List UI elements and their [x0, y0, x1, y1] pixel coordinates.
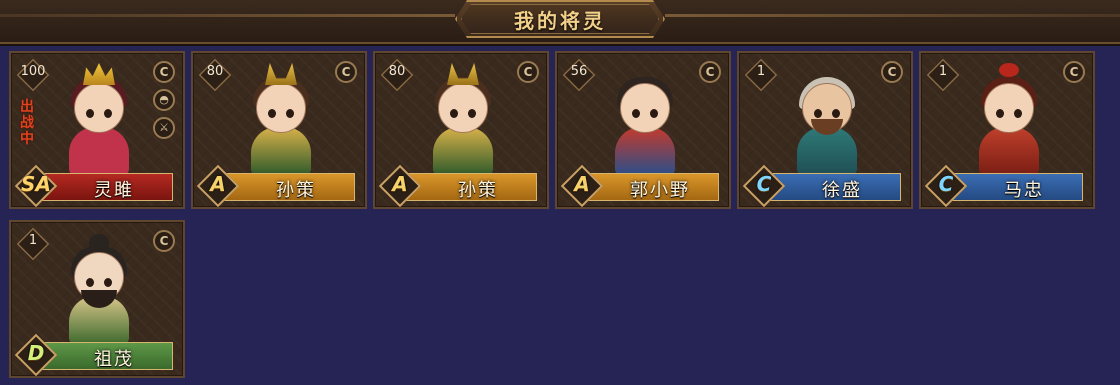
- level-text: 100: [20, 64, 46, 79]
- level-text: 1: [938, 64, 948, 79]
- character-name: 灵雎: [94, 180, 134, 201]
- character-portrait: [969, 63, 1049, 175]
- page-title: 我的将灵: [514, 9, 606, 33]
- character-portrait: [423, 63, 503, 175]
- spirit-card[interactable]: 80 C A 孙策: [373, 51, 549, 209]
- spirit-card[interactable]: 56 C A 郭小野: [555, 51, 731, 209]
- spirit-card[interactable]: 1 C C 徐盛: [737, 51, 913, 209]
- level-text: 56: [570, 64, 588, 79]
- character-portrait: [605, 63, 685, 175]
- coin-icon[interactable]: C: [1063, 61, 1085, 83]
- coin-icon[interactable]: C: [153, 61, 175, 83]
- character-portrait: [241, 63, 321, 175]
- character-portrait: [59, 232, 139, 344]
- deployed-status: 出战中: [20, 99, 34, 147]
- spirit-card[interactable]: 100 C ◓ ⚔ 出战中 SA 灵雎: [9, 51, 185, 209]
- level-text: 1: [756, 64, 766, 79]
- character-name: 祖茂: [94, 349, 134, 370]
- helmet-icon[interactable]: ◓: [153, 89, 175, 111]
- character-name: 孙策: [276, 180, 316, 201]
- coin-icon[interactable]: C: [881, 61, 903, 83]
- character-name: 马忠: [1004, 180, 1044, 201]
- character-name: 孙策: [458, 180, 498, 201]
- spirit-card[interactable]: 1 C C 马忠: [919, 51, 1095, 209]
- level-text: 80: [206, 64, 224, 79]
- coin-icon[interactable]: C: [699, 61, 721, 83]
- coin-icon[interactable]: C: [517, 61, 539, 83]
- level-text: 80: [388, 64, 406, 79]
- coin-icon[interactable]: C: [335, 61, 357, 83]
- coin-icon[interactable]: C: [153, 230, 175, 252]
- character-portrait: [787, 63, 867, 175]
- spirit-card[interactable]: 80 C A 孙策: [191, 51, 367, 209]
- character-name: 郭小野: [630, 180, 690, 201]
- sword-icon[interactable]: ⚔: [153, 117, 175, 139]
- character-portrait: [59, 63, 139, 175]
- level-text: 1: [28, 233, 38, 248]
- spirit-card[interactable]: 1 C D 祖茂: [9, 220, 185, 378]
- character-name: 徐盛: [822, 180, 862, 201]
